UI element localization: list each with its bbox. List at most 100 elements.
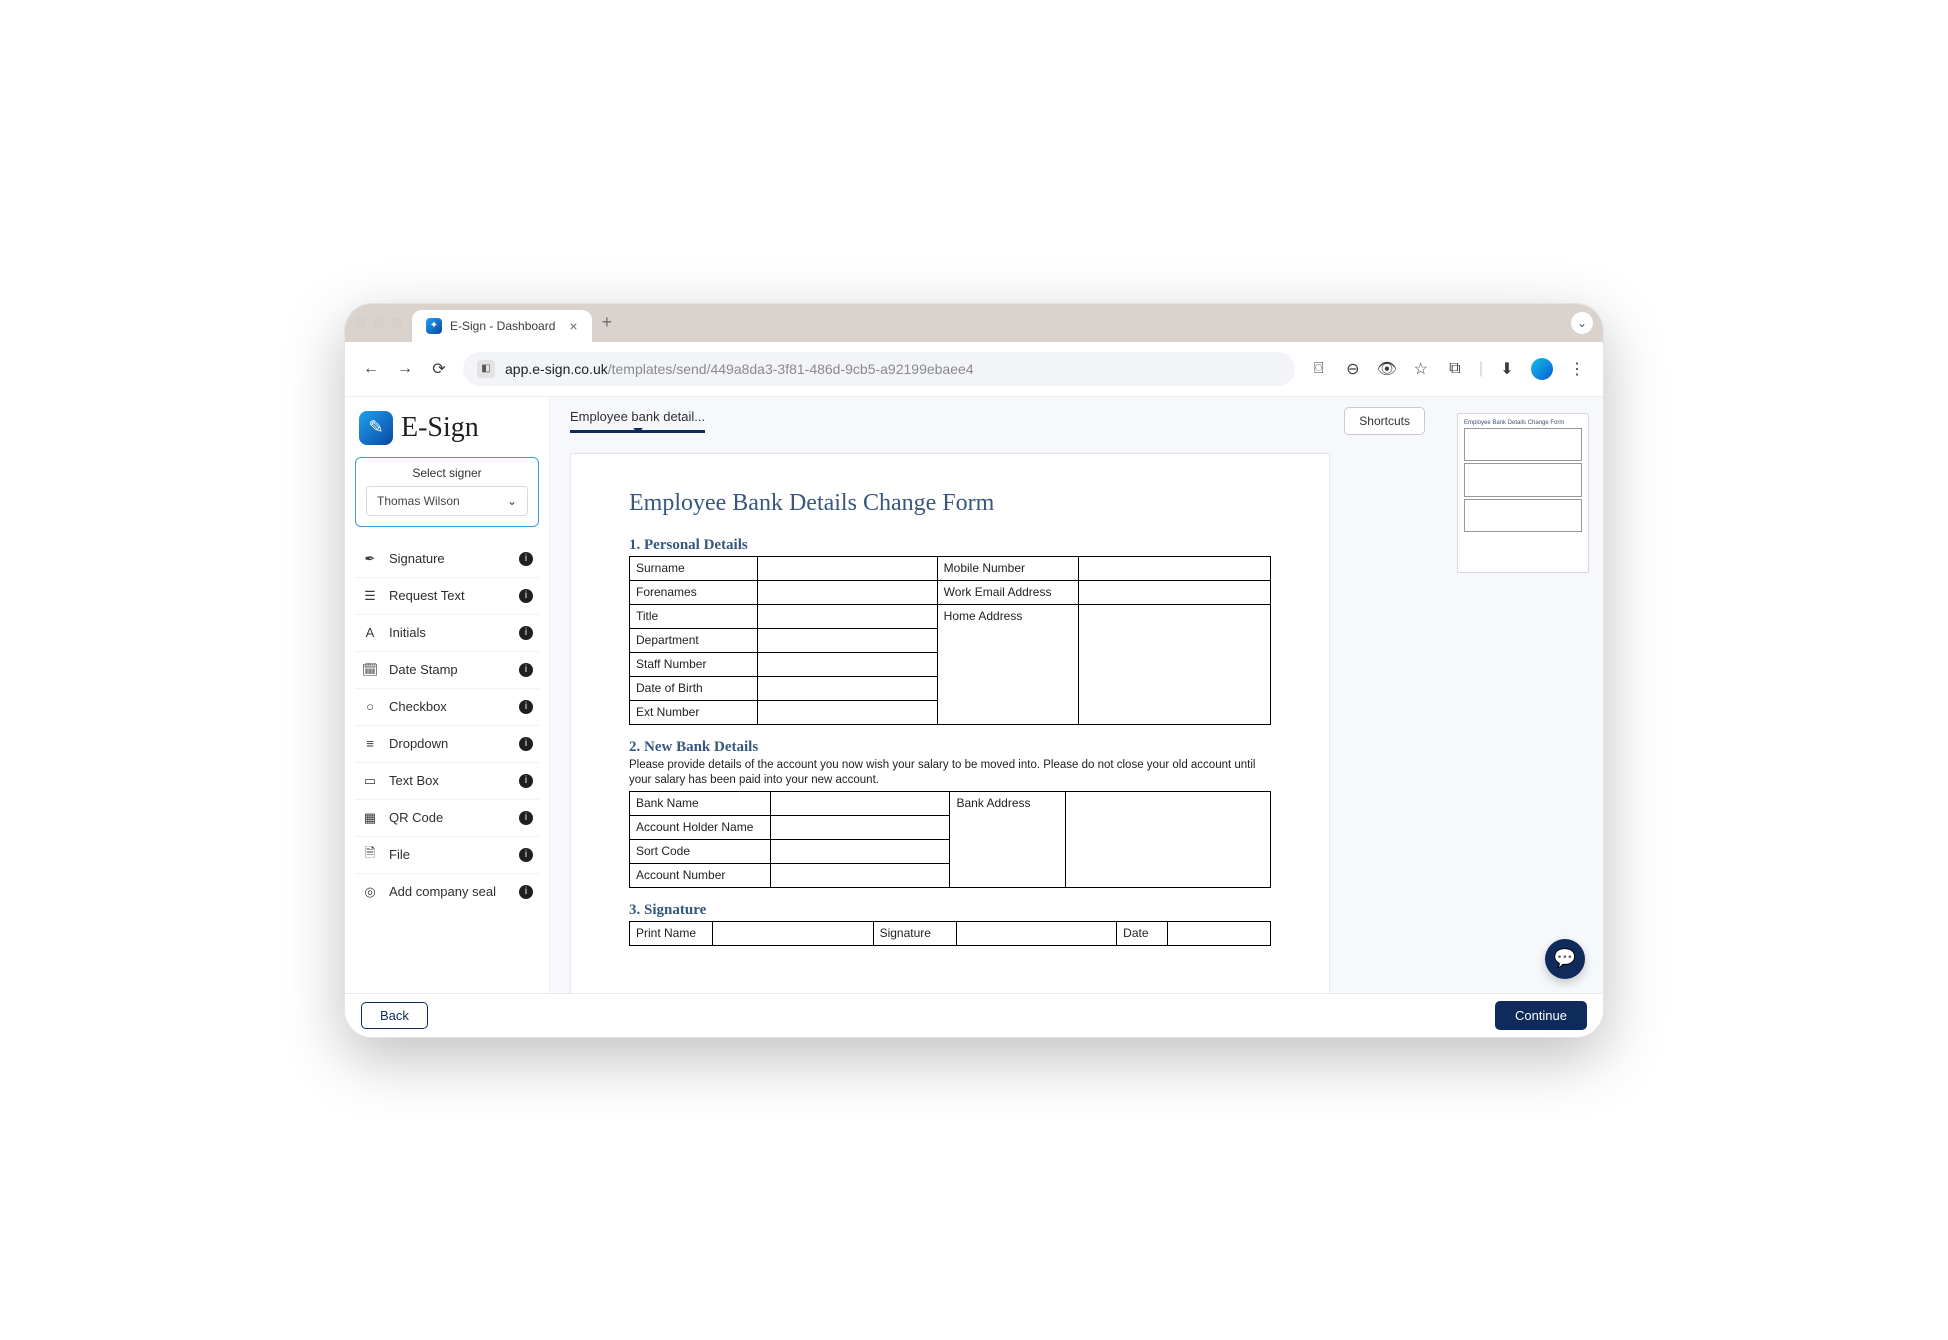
document-tab[interactable]: Employee bank detail... [570, 409, 705, 433]
browser-tabbar: ✦ E-Sign - Dashboard × + ⌄ [345, 304, 1603, 342]
request-text-icon: ☰ [361, 587, 379, 605]
field-dropdown[interactable]: ≡Dropdown i [355, 726, 539, 763]
document-stage: Employee Bank Details Change Form 1. Per… [550, 435, 1443, 1037]
info-icon[interactable]: i [519, 626, 533, 640]
browser-tab[interactable]: ✦ E-Sign - Dashboard × [412, 310, 592, 342]
new-tab-button[interactable]: + [602, 312, 613, 333]
shortcuts-button[interactable]: Shortcuts [1344, 407, 1425, 435]
field-company-seal[interactable]: ◎Add company seal i [355, 874, 539, 910]
kebab-menu-icon[interactable]: ⋮ [1567, 359, 1587, 379]
info-icon[interactable]: i [519, 737, 533, 751]
chat-bubble-icon[interactable]: 💬 [1545, 939, 1585, 979]
initials-icon: A [361, 624, 379, 642]
field-initials[interactable]: AInitials i [355, 615, 539, 652]
sidebar: ✎ E-Sign Select signer Thomas Wilson ⌄ ✒… [345, 397, 550, 1037]
section-3-heading: 3. Signature [629, 902, 1271, 919]
back-icon[interactable]: ← [361, 359, 381, 379]
bank-details-table: Bank Name Bank Address Account Holder Na… [629, 791, 1271, 888]
tabs-overflow-icon[interactable]: ⌄ [1571, 312, 1593, 334]
info-icon[interactable]: i [519, 700, 533, 714]
url-path: /templates/send/449a8da3-3f81-486d-9cb5-… [608, 361, 974, 377]
signer-select[interactable]: Thomas Wilson ⌄ [366, 486, 528, 516]
field-checkbox[interactable]: ○Checkbox i [355, 689, 539, 726]
label-bank-address: Bank Address [950, 791, 1065, 887]
signer-selected: Thomas Wilson [377, 494, 460, 508]
document-tab-bar: Employee bank detail... Shortcuts [550, 397, 1443, 435]
dropdown-icon: ≡ [361, 735, 379, 753]
qr-icon: ▦ [361, 809, 379, 827]
info-icon[interactable]: i [519, 848, 533, 862]
document-title: Employee Bank Details Change Form [629, 490, 1271, 517]
label-account-number: Account Number [630, 863, 771, 887]
label-sort-code: Sort Code [630, 839, 771, 863]
back-button[interactable]: Back [361, 1002, 428, 1029]
section-2-heading: 2. New Bank Details [629, 739, 1271, 756]
download-icon[interactable]: ⬇ [1497, 359, 1517, 379]
logo-text: E-Sign [401, 412, 479, 444]
field-file[interactable]: 🗎File i [355, 837, 539, 874]
profile-avatar[interactable] [1531, 358, 1553, 380]
label-mobile: Mobile Number [937, 556, 1078, 580]
continue-button[interactable]: Continue [1495, 1001, 1587, 1030]
app-body: ✎ E-Sign Select signer Thomas Wilson ⌄ ✒… [345, 397, 1603, 1037]
info-icon[interactable]: i [519, 811, 533, 825]
field-signature[interactable]: ✒Signature i [355, 541, 539, 578]
label-account-holder: Account Holder Name [630, 815, 771, 839]
signer-label: Select signer [366, 466, 528, 480]
seal-icon: ◎ [361, 883, 379, 901]
forward-icon[interactable]: → [395, 359, 415, 379]
label-home-address: Home Address [937, 604, 1078, 724]
calendar-icon: 🗓 [361, 661, 379, 679]
info-icon[interactable]: i [519, 663, 533, 677]
info-icon[interactable]: i [519, 589, 533, 603]
field-request-text[interactable]: ☰Request Text i [355, 578, 539, 615]
browser-toolbar: ← → ⟳ ◧ app.e-sign.co.uk/templates/send/… [345, 342, 1603, 397]
extensions-icon[interactable]: ⧉ [1445, 359, 1465, 379]
site-settings-icon[interactable]: ◧ [477, 360, 495, 378]
url-host: app.e-sign.co.uk [505, 361, 608, 377]
reload-icon[interactable]: ⟳ [429, 359, 449, 379]
logo-mark-icon: ✎ [359, 411, 393, 445]
url-bar[interactable]: ◧ app.e-sign.co.uk/templates/send/449a8d… [463, 352, 1295, 386]
device-frame: ✦ E-Sign - Dashboard × + ⌄ ← → ⟳ ◧ app.e… [344, 303, 1604, 1038]
chevron-down-icon: ⌄ [507, 494, 517, 508]
section-2-note: Please provide details of the account yo… [629, 758, 1271, 789]
field-date-stamp[interactable]: 🗓Date Stamp i [355, 652, 539, 689]
tab-title: E-Sign - Dashboard [450, 319, 555, 333]
file-icon: 🗎 [361, 846, 379, 864]
zoom-out-icon[interactable]: ⊖ [1343, 359, 1363, 379]
field-text-box[interactable]: ▭Text Box i [355, 763, 539, 800]
label-date: Date [1117, 921, 1168, 945]
document-page[interactable]: Employee Bank Details Change Form 1. Per… [570, 453, 1330, 1019]
main-area: Employee bank detail... Shortcuts Employ… [550, 397, 1443, 1037]
tab-favicon: ✦ [426, 318, 442, 334]
info-icon[interactable]: i [519, 774, 533, 788]
label-surname: Surname [630, 556, 758, 580]
signer-panel: Select signer Thomas Wilson ⌄ [355, 457, 539, 527]
info-icon[interactable]: i [519, 552, 533, 566]
section-1-heading: 1. Personal Details [629, 537, 1271, 554]
label-print-name: Print Name [630, 921, 713, 945]
window-traffic-lights [355, 317, 402, 328]
label-bank-name: Bank Name [630, 791, 771, 815]
label-dob: Date of Birth [630, 676, 758, 700]
info-icon[interactable]: i [519, 885, 533, 899]
page-thumbnail[interactable]: Employee Bank Details Change Form [1457, 413, 1589, 573]
app-logo: ✎ E-Sign [355, 411, 539, 445]
label-staff-number: Staff Number [630, 652, 758, 676]
label-email: Work Email Address [937, 580, 1078, 604]
bookmark-star-icon[interactable]: ☆ [1411, 359, 1431, 379]
label-department: Department [630, 628, 758, 652]
textbox-icon: ▭ [361, 772, 379, 790]
personal-details-table: Surname Mobile Number Forenames Work Ema… [629, 556, 1271, 725]
label-forenames: Forenames [630, 580, 758, 604]
field-list: ✒Signature i ☰Request Text i AInitials i… [355, 541, 539, 910]
label-ext-number: Ext Number [630, 700, 758, 724]
footer-bar: Back Continue [345, 993, 1603, 1037]
signature-table: Print Name Signature Date [629, 921, 1271, 946]
field-qr-code[interactable]: ▦QR Code i [355, 800, 539, 837]
close-tab-icon[interactable]: × [569, 318, 577, 334]
label-signature: Signature [873, 921, 956, 945]
key-icon[interactable]: ⌼ [1309, 359, 1329, 379]
incognito-eye-icon[interactable]: 👁 [1377, 359, 1397, 379]
